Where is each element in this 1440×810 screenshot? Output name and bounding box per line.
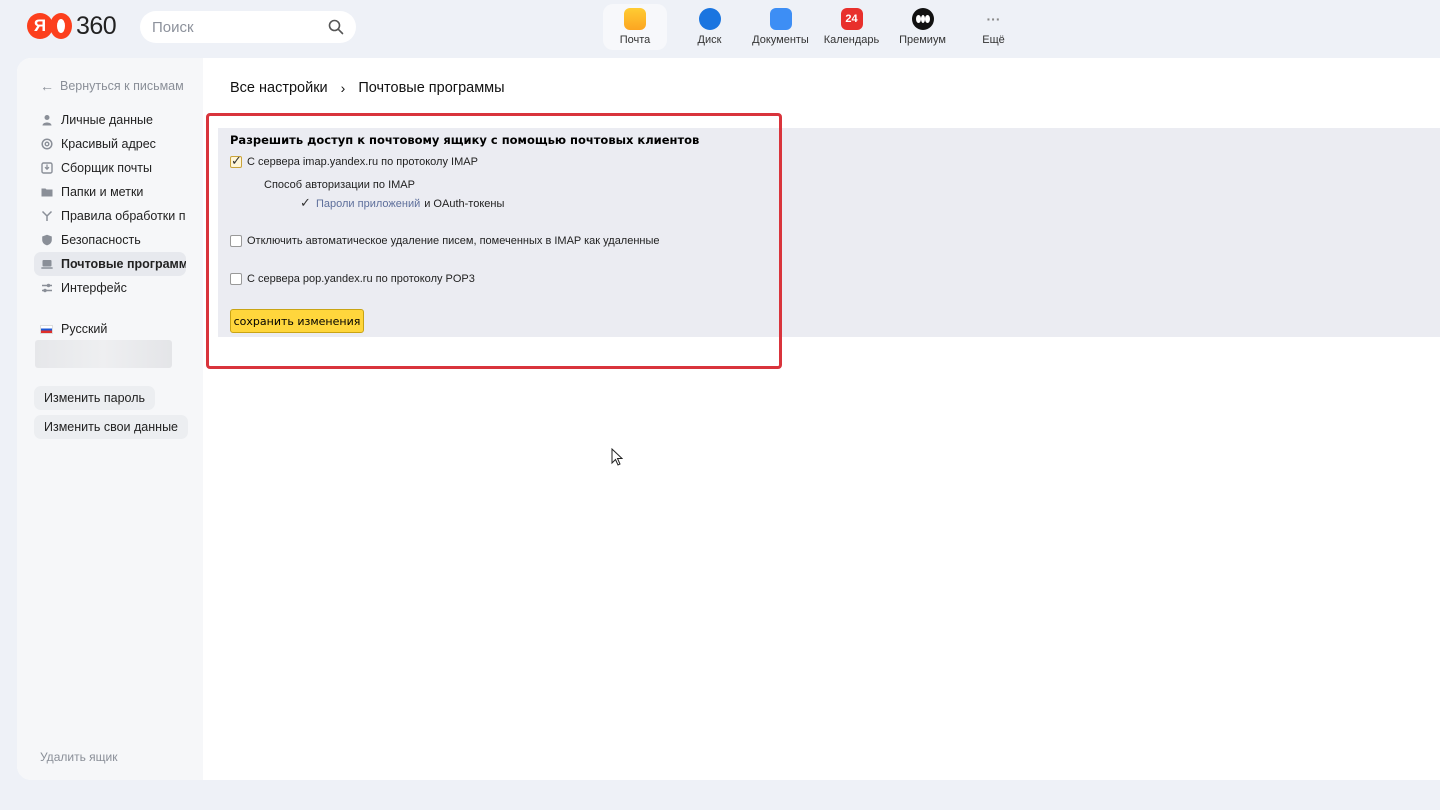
back-to-mail-link[interactable]: ← Вернуться к письмам [40,78,184,94]
change-password-button[interactable]: Изменить пароль [34,386,156,410]
sidebar-item-label: Красивый адрес [61,137,156,151]
sidebar-item-address[interactable]: Красивый адрес [34,132,186,156]
sliders-icon [42,283,52,293]
mail-clients-form: Разрешить доступ к почтовому ящику с пом… [230,133,699,147]
sidebar-item-rules[interactable]: Правила обработки писем [34,204,186,228]
sidebar-item-folders[interactable]: Папки и метки [34,180,186,204]
imap-label: С сервера imap.yandex.ru по протоколу IM… [247,156,478,168]
disk-icon [698,8,721,30]
app-calendar[interactable]: 24 Календарь [816,4,887,50]
shield-icon [42,234,52,246]
mail-icon [624,8,646,30]
sidebar-item-interface[interactable]: Интерфейс [34,276,186,300]
sidebar-item-mail-clients[interactable]: Почтовые программы [34,252,186,276]
calendar-badge: 24 [845,13,858,25]
app-label: Премиум [899,34,946,46]
disable-autodelete-option[interactable]: Отключить автоматическое удаление писем,… [230,235,660,247]
delete-mailbox-link[interactable]: Удалить ящик [40,750,117,764]
pop3-label: С сервера pop.yandex.ru по протоколу POP… [247,273,475,285]
inbox-download-icon [41,162,53,174]
save-changes-button[interactable]: сохранить изменения [230,309,364,333]
language-label: Русский [61,322,108,336]
at-icon [41,138,53,150]
sidebar-item-label: Папки и метки [61,185,144,199]
laptop-icon [41,260,53,269]
person-icon [42,115,52,126]
auth-rest-label: и OAuth-токены [424,198,505,210]
breadcrumb-current: Почтовые программы [358,80,505,96]
documents-icon [769,8,792,30]
pop3-option[interactable]: С сервера pop.yandex.ru по протоколу POP… [230,273,475,285]
services-bar: Почта Диск Документы 24 Календарь Премиу… [603,4,1029,50]
sidebar-item-label: Личные данные [61,113,153,127]
imap-auth-title: Способ авторизации по IMAP [264,179,415,191]
imap-auth-option[interactable]: Пароли приложений и OAuth-токены [299,195,505,211]
auth-checkbox[interactable] [299,195,311,211]
russia-flag-icon [40,324,53,334]
sidebar-item-personal[interactable]: Личные данные [34,108,186,132]
redacted-account-info [35,340,172,368]
calendar-icon: 24 [840,8,863,30]
change-data-button[interactable]: Изменить свои данные [34,415,189,439]
logo-circle [50,13,72,39]
sidebar-item-label: Почтовые программы [61,257,186,271]
language-selector[interactable]: Русский [40,322,107,336]
sidebar-item-collector[interactable]: Сборщик почты [34,156,186,180]
app-label: Почта [619,34,651,46]
sidebar-item-label: Сборщик почты [61,161,152,175]
mouse-cursor-icon [611,448,623,466]
app-documents[interactable]: Документы [745,4,816,50]
sidebar-item-label: Безопасность [61,233,141,247]
premium-icon [911,8,934,30]
chevron-right-icon: › [340,80,346,96]
logo-number: 360 [76,11,117,40]
folder-icon [41,188,53,197]
pop3-checkbox[interactable] [230,273,242,285]
auth-title-label: Способ авторизации по IMAP [264,179,415,191]
form-title: Разрешить доступ к почтовому ящику с пом… [230,133,700,147]
back-label: Вернуться к письмам [60,79,184,93]
top-bar: Я 360 Почта Диск Документы 24 Календарь [0,0,1440,56]
search-icon[interactable] [328,19,344,35]
rules-icon [41,210,53,221]
search-box[interactable] [140,11,356,43]
settings-nav: Личные данные Красивый адрес Сборщик поч… [34,108,186,300]
disable-autodelete-checkbox[interactable] [230,235,242,247]
app-disk[interactable]: Диск [674,4,745,50]
app-label: Диск [697,34,722,46]
app-label: Ещё [982,34,1005,46]
search-input[interactable] [152,18,322,36]
app-more[interactable]: ··· Ещё [958,4,1029,50]
app-passwords-link[interactable]: Пароли приложений [316,198,420,210]
yandex-360-logo[interactable]: Я 360 [27,11,117,40]
imap-option[interactable]: С сервера imap.yandex.ru по протоколу IM… [230,153,478,169]
breadcrumb: Все настройки › Почтовые программы [230,80,505,96]
app-premium[interactable]: Премиум [887,4,958,50]
disable-autodelete-label: Отключить автоматическое удаление писем,… [247,235,660,247]
sidebar-item-label: Правила обработки писем [61,209,186,223]
imap-checkbox[interactable] [230,153,242,169]
breadcrumb-all-settings[interactable]: Все настройки [230,80,328,96]
sidebar-item-label: Интерфейс [61,281,127,295]
app-label: Календарь [823,34,880,46]
app-label: Документы [752,34,809,46]
arrow-left-icon: ← [40,78,54,94]
more-icon: ··· [986,11,1001,27]
app-mail[interactable]: Почта [603,4,667,50]
sidebar-item-security[interactable]: Безопасность [34,228,186,252]
